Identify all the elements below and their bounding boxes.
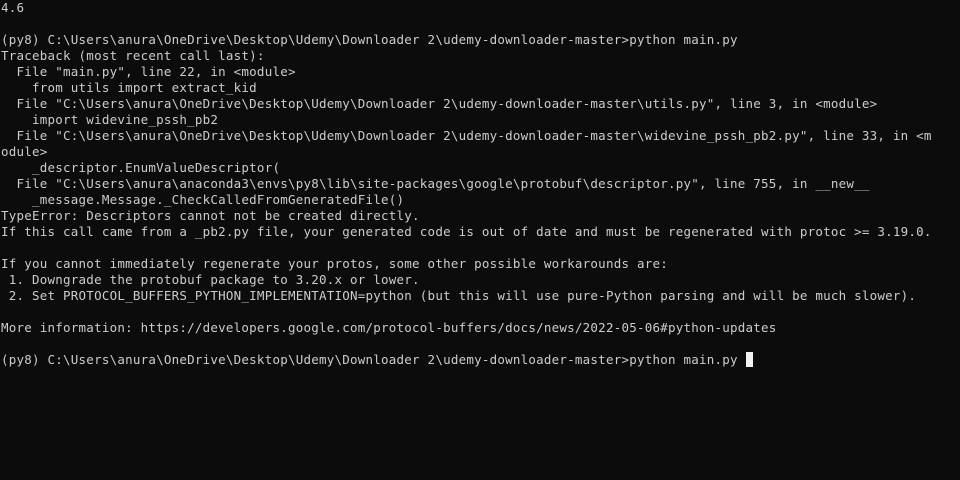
output-line: 2. Set PROTOCOL_BUFFERS_PYTHON_IMPLEMENT… <box>1 288 917 303</box>
terminal-output: 4.6 (py8) C:\Users\anura\OneDrive\Deskto… <box>1 0 960 480</box>
output-line: (py8) C:\Users\anura\OneDrive\Desktop\Ud… <box>1 32 738 47</box>
output-line: File "C:\Users\anura\anaconda3\envs\py8\… <box>1 176 870 191</box>
output-line: from utils import extract_kid <box>1 80 257 95</box>
output-line: 4.6 <box>1 0 25 15</box>
output-line: If this call came from a _pb2.py file, y… <box>1 224 932 239</box>
output-line: 1. Downgrade the protobuf package to 3.2… <box>1 272 420 287</box>
prompt-line[interactable]: (py8) C:\Users\anura\OneDrive\Desktop\Ud… <box>1 352 960 368</box>
output-line: If you cannot immediately regenerate you… <box>1 256 668 271</box>
output-line: File "main.py", line 22, in <module> <box>1 64 296 79</box>
command-input[interactable]: python main.py <box>629 352 745 367</box>
output-line: TypeError: Descriptors cannot not be cre… <box>1 208 420 223</box>
output-line: More information: https://developers.goo… <box>1 320 777 335</box>
output-line: File "C:\Users\anura\OneDrive\Desktop\Ud… <box>1 128 932 143</box>
prompt-text: (py8) C:\Users\anura\OneDrive\Desktop\Ud… <box>1 352 630 367</box>
output-line: import widevine_pssh_pb2 <box>1 112 219 127</box>
output-line: odule> <box>1 144 48 159</box>
output-line: Traceback (most recent call last): <box>1 48 265 63</box>
text-cursor <box>745 352 753 367</box>
output-line: _descriptor.EnumValueDescriptor( <box>1 160 281 175</box>
output-line: _message.Message._CheckCalledFromGenerat… <box>1 192 405 207</box>
terminal-window[interactable]: 4.6 (py8) C:\Users\anura\OneDrive\Deskto… <box>0 0 960 480</box>
output-line: File "C:\Users\anura\OneDrive\Desktop\Ud… <box>1 96 878 111</box>
